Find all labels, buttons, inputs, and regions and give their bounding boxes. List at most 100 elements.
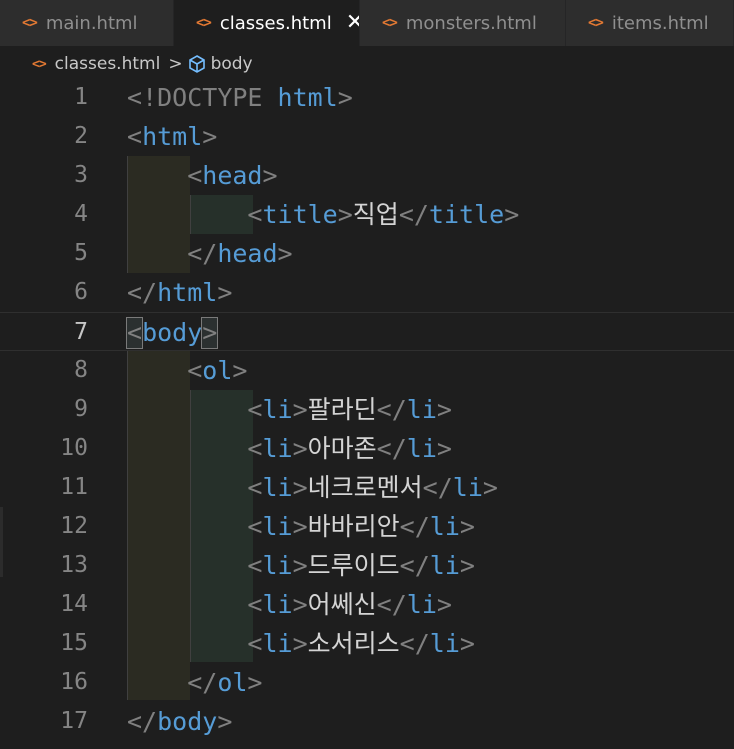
- code-text[interactable]: <!DOCTYPE html>: [127, 78, 353, 117]
- tag-name: li: [429, 629, 460, 658]
- code-text[interactable]: <li>바바리안</li>: [127, 507, 475, 546]
- line-number: 11: [60, 474, 88, 500]
- code-line[interactable]: 10 <li>아마존</li>: [0, 429, 734, 468]
- tag-name: li: [262, 434, 293, 463]
- bracket: </: [376, 395, 407, 424]
- code-line[interactable]: 13 <li>드루이드</li>: [0, 546, 734, 585]
- code-text[interactable]: <body>: [125, 313, 219, 352]
- bracket: <: [127, 83, 143, 112]
- code-text[interactable]: <ol>: [127, 351, 247, 390]
- breadcrumb: <> classes.html > body: [0, 46, 734, 82]
- code-text[interactable]: <li>팔라딘</li>: [127, 390, 452, 429]
- code-line[interactable]: 6 </html>: [0, 273, 734, 312]
- bracket: <: [127, 395, 263, 424]
- tab-label: classes.html: [219, 12, 332, 34]
- code-line[interactable]: 11 <li>네크로멘서</li>: [0, 468, 734, 507]
- code-line[interactable]: 7 <body>: [0, 312, 734, 351]
- bracket: >: [292, 551, 308, 580]
- tag-name: title: [262, 200, 338, 229]
- bracket: </: [376, 590, 407, 619]
- breadcrumb-file[interactable]: classes.html: [55, 54, 161, 74]
- tag-name: li: [262, 590, 293, 619]
- bracket: </: [399, 629, 430, 658]
- code-text[interactable]: <head>: [127, 156, 277, 195]
- line-number: 14: [60, 591, 88, 617]
- code-line[interactable]: 15 <li>소서리스</li>: [0, 624, 734, 663]
- code-text[interactable]: <li>네크로멘서</li>: [127, 468, 498, 507]
- code-line[interactable]: 8 <ol>: [0, 351, 734, 390]
- code-editor[interactable]: 1 <!DOCTYPE html> 2 <html> 3 <head> 4 <title>…: [0, 82, 734, 749]
- code-text[interactable]: </html>: [127, 273, 232, 312]
- line-number: 13: [60, 552, 88, 578]
- code-text[interactable]: <li>드루이드</li>: [127, 546, 475, 585]
- breadcrumb-symbol[interactable]: body: [211, 54, 253, 74]
- code-text[interactable]: <title>직업</title>: [127, 195, 519, 234]
- bracket: </: [127, 668, 218, 697]
- code-line[interactable]: 1 <!DOCTYPE html>: [0, 78, 734, 117]
- line-number: 8: [74, 357, 88, 383]
- text-content: 어쎄신: [307, 590, 377, 619]
- tab-main-html[interactable]: <> main.html: [0, 0, 174, 46]
- code-text[interactable]: </head>: [127, 234, 293, 273]
- bracket: </: [376, 434, 407, 463]
- bracket: >: [504, 200, 520, 229]
- bracket: >: [436, 395, 452, 424]
- code-text[interactable]: </ol>: [127, 663, 262, 702]
- code-line[interactable]: 2 <html>: [0, 117, 734, 156]
- bracket: </: [399, 551, 430, 580]
- code-line[interactable]: 9 <li>팔라딘</li>: [0, 390, 734, 429]
- code-line[interactable]: 4 <title>직업</title>: [0, 195, 734, 234]
- html-file-icon: <>: [382, 15, 398, 31]
- code-text[interactable]: </body>: [127, 702, 232, 741]
- tag-name: li: [262, 512, 293, 541]
- code-line[interactable]: 14 <li>어쎄신</li>: [0, 585, 734, 624]
- line-number: 17: [60, 708, 88, 734]
- bracket: </: [398, 200, 429, 229]
- bracket: >: [201, 317, 219, 349]
- tag-name: ol: [217, 668, 248, 697]
- bracket: >: [459, 629, 475, 658]
- code-text[interactable]: <li>아마존</li>: [127, 429, 452, 468]
- line-number: 6: [74, 279, 88, 305]
- line-number: 3: [74, 162, 88, 188]
- bracket: <: [127, 590, 263, 619]
- tag-name: li: [262, 395, 293, 424]
- close-icon[interactable]: ✕: [346, 12, 359, 34]
- line-number: 10: [60, 435, 88, 461]
- text-content: 팔라딘: [307, 395, 377, 424]
- code-line[interactable]: 12 <li>바바리안</li>: [0, 507, 734, 546]
- tab-classes-html[interactable]: <> classes.html ✕: [174, 0, 360, 46]
- bracket: >: [217, 278, 233, 307]
- text-content: 바바리안: [307, 512, 400, 541]
- tab-monsters-html[interactable]: <> monsters.html: [360, 0, 566, 46]
- tag-name: html: [277, 83, 338, 112]
- bracket: >: [292, 512, 308, 541]
- tag-name: li: [406, 395, 437, 424]
- tag-name: li: [406, 434, 437, 463]
- bracket: >: [436, 434, 452, 463]
- tab-label: monsters.html: [405, 12, 537, 34]
- tag-name: html: [142, 122, 203, 151]
- bracket: >: [277, 239, 293, 268]
- bracket: <: [127, 356, 203, 385]
- code-text[interactable]: <li>어쎄신</li>: [127, 585, 452, 624]
- bracket: >: [459, 512, 475, 541]
- bracket: <: [127, 629, 263, 658]
- line-number: 5: [74, 240, 88, 266]
- bracket: </: [127, 239, 218, 268]
- text-content: 소서리스: [307, 629, 400, 658]
- code-line[interactable]: 5 </head>: [0, 234, 734, 273]
- code-line[interactable]: 16 </ol>: [0, 663, 734, 702]
- bracket: </: [399, 512, 430, 541]
- code-line[interactable]: 17 </body>: [0, 702, 734, 741]
- code-text[interactable]: <li>소서리스</li>: [127, 624, 475, 663]
- line-number: 12: [60, 513, 88, 539]
- tag-name: li: [429, 551, 460, 580]
- chevron-right-icon: >: [168, 54, 183, 74]
- bracket: >: [459, 551, 475, 580]
- tab-items-html[interactable]: <> items.html: [566, 0, 734, 46]
- tag-name: html: [157, 278, 218, 307]
- code-line[interactable]: 3 <head>: [0, 156, 734, 195]
- code-text[interactable]: <html>: [127, 117, 217, 156]
- html-file-icon: <>: [196, 15, 212, 31]
